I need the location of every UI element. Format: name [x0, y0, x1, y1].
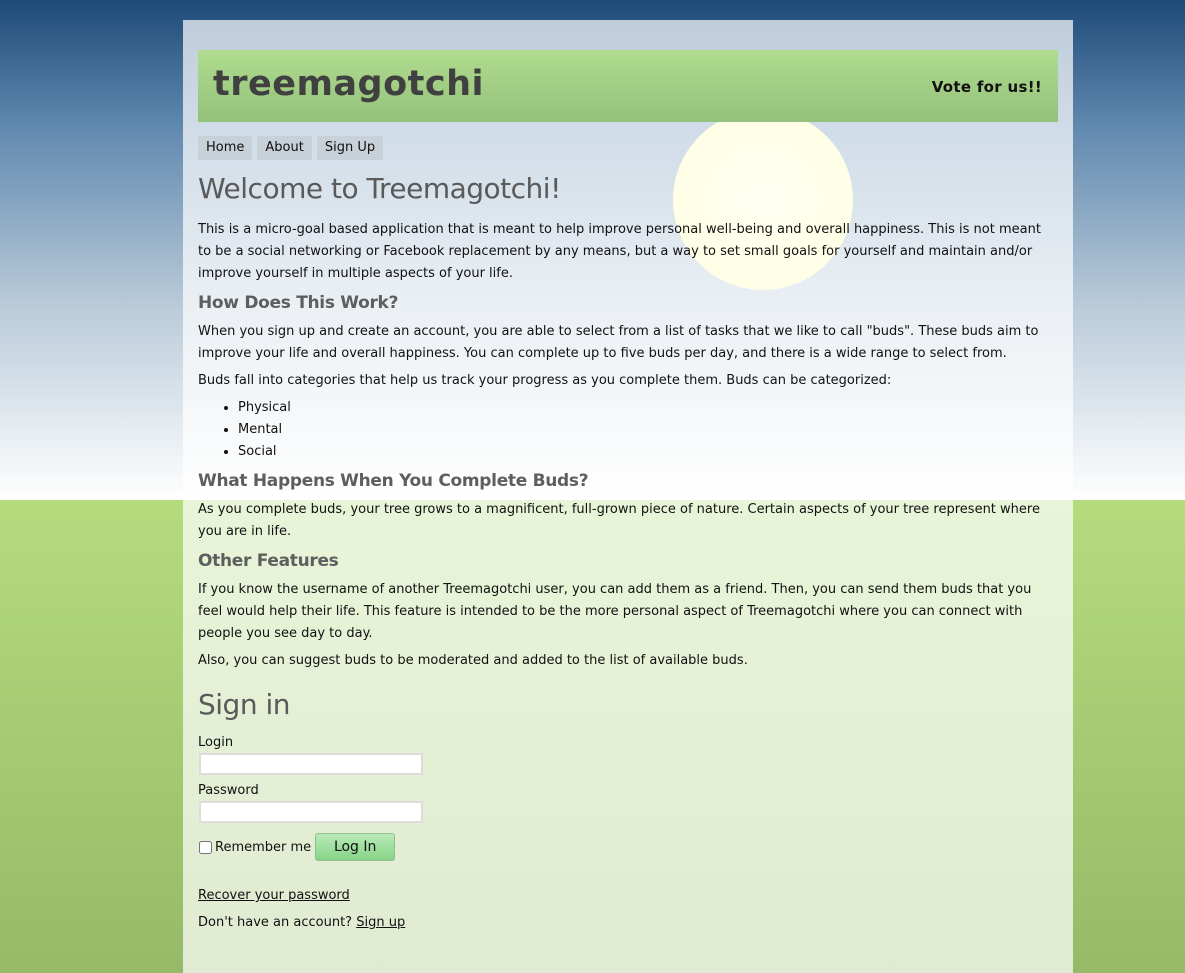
no-account-text: Don't have an account? [198, 915, 353, 930]
login-field[interactable] [199, 753, 423, 775]
remember-label[interactable]: Remember me [215, 840, 311, 855]
login-button[interactable]: Log In [315, 833, 396, 861]
category-list: Physical Mental Social [198, 397, 1058, 463]
happens-heading: What Happens When You Complete Buds? [198, 471, 589, 491]
signup-link[interactable]: Sign up [356, 915, 405, 930]
main-nav: Home About Sign Up [198, 136, 1058, 160]
other-paragraph-2: Also, you can suggest buds to be moderat… [198, 653, 748, 668]
nav-item-home[interactable]: Home [198, 136, 253, 160]
vote-link[interactable]: Vote for us!! [932, 78, 1042, 96]
page-title: Welcome to Treemagotchi! [198, 172, 561, 205]
recover-password-link[interactable]: Recover your password [198, 888, 350, 903]
how-paragraph-2: Buds fall into categories that help us t… [198, 373, 892, 388]
intro-paragraph: This is a micro-goal based application t… [198, 222, 1041, 281]
signin-form: Login Password Remember me Log In [198, 735, 1058, 861]
other-paragraph-1: If you know the username of another Tree… [198, 582, 1032, 641]
list-item: Mental [238, 419, 1058, 441]
password-field[interactable] [199, 801, 423, 823]
how-paragraph-1: When you sign up and create an account, … [198, 324, 1039, 361]
list-item: Social [238, 441, 1058, 463]
signup-line: Don't have an account? Sign up [198, 912, 1058, 934]
site-header: treemagotchi Vote for us!! [198, 50, 1058, 122]
remember-row: Remember me Log In [198, 833, 1058, 861]
how-heading: How Does This Work? [198, 293, 399, 313]
happens-paragraph: As you complete buds, your tree grows to… [198, 502, 1040, 539]
nav-item-about[interactable]: About [257, 136, 312, 160]
password-label: Password [198, 783, 259, 798]
remember-checkbox[interactable] [199, 840, 212, 854]
recover-line: Recover your password [198, 885, 1058, 907]
signin-title: Sign in [198, 688, 291, 721]
nav-item-sign-up[interactable]: Sign Up [316, 136, 384, 160]
other-features-heading: Other Features [198, 551, 339, 571]
login-label: Login [198, 735, 234, 750]
site-logo[interactable]: treemagotchi [213, 64, 484, 104]
main-container: treemagotchi Vote for us!! Home About Sign… [183, 20, 1073, 973]
list-item: Physical [238, 397, 1058, 419]
